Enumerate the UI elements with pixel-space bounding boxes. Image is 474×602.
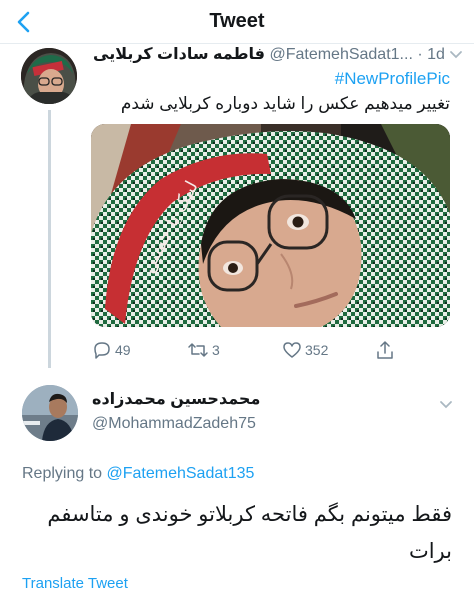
author-name[interactable]: فاطمه سادات کربلایی bbox=[93, 46, 265, 63]
reply-author-handle[interactable]: @MohammadZadeh75 bbox=[92, 415, 256, 433]
retweet-count: 3 bbox=[212, 342, 220, 358]
like-count: 352 bbox=[305, 342, 329, 358]
retweet-icon bbox=[188, 343, 208, 357]
reply-author-name[interactable]: محمدحسین محمدزاده bbox=[92, 389, 260, 409]
author-handle[interactable]: @FatemehSadat1... bbox=[269, 46, 412, 63]
author-avatar[interactable] bbox=[21, 48, 77, 104]
tweet-header: فاطمه سادات کربلایی @FatemehSadat1... · … bbox=[93, 44, 463, 70]
chevron-down-icon[interactable] bbox=[439, 400, 453, 410]
avatar-photo bbox=[21, 48, 77, 104]
chevron-down-icon[interactable] bbox=[449, 50, 463, 60]
tweet-photo[interactable]: لبیک یا حسین bbox=[91, 124, 450, 327]
share-icon bbox=[377, 341, 393, 359]
share-button[interactable] bbox=[375, 337, 395, 363]
page-title: Tweet bbox=[209, 10, 265, 32]
dot-separator: · bbox=[417, 46, 423, 63]
thread-connector bbox=[48, 110, 51, 368]
tweet-time: 1d bbox=[427, 46, 445, 63]
replying-handle-link[interactable]: @FatemehSadat135 bbox=[107, 465, 255, 482]
reply-button[interactable]: 49 bbox=[92, 337, 131, 363]
translate-tweet-link[interactable]: Translate Tweet bbox=[22, 575, 128, 592]
replying-prefix: Replying to bbox=[22, 465, 103, 482]
avatar-photo bbox=[22, 385, 78, 441]
retweet-button[interactable]: 3 bbox=[187, 337, 220, 363]
reply-text: فقط میتونم بگم فاتحه کربلاتو خوندی و متا… bbox=[47, 503, 452, 563]
replying-to: Replying to @FatemehSadat135 bbox=[22, 465, 254, 483]
hashtag-link[interactable]: #NewProfilePic bbox=[335, 69, 450, 89]
reply-icon bbox=[94, 342, 110, 359]
reply-count: 49 bbox=[115, 342, 131, 358]
tweet-text: تغییر میدهیم عکس را شاید دوباره کربلایی … bbox=[120, 94, 450, 113]
photo-image: لبیک یا حسین bbox=[91, 124, 450, 327]
top-bar: Tweet bbox=[0, 0, 474, 44]
reply-author-avatar[interactable] bbox=[22, 385, 78, 441]
tweet-actions: 49 3 352 bbox=[92, 337, 412, 363]
heart-icon bbox=[283, 342, 301, 358]
like-button[interactable]: 352 bbox=[282, 337, 328, 363]
